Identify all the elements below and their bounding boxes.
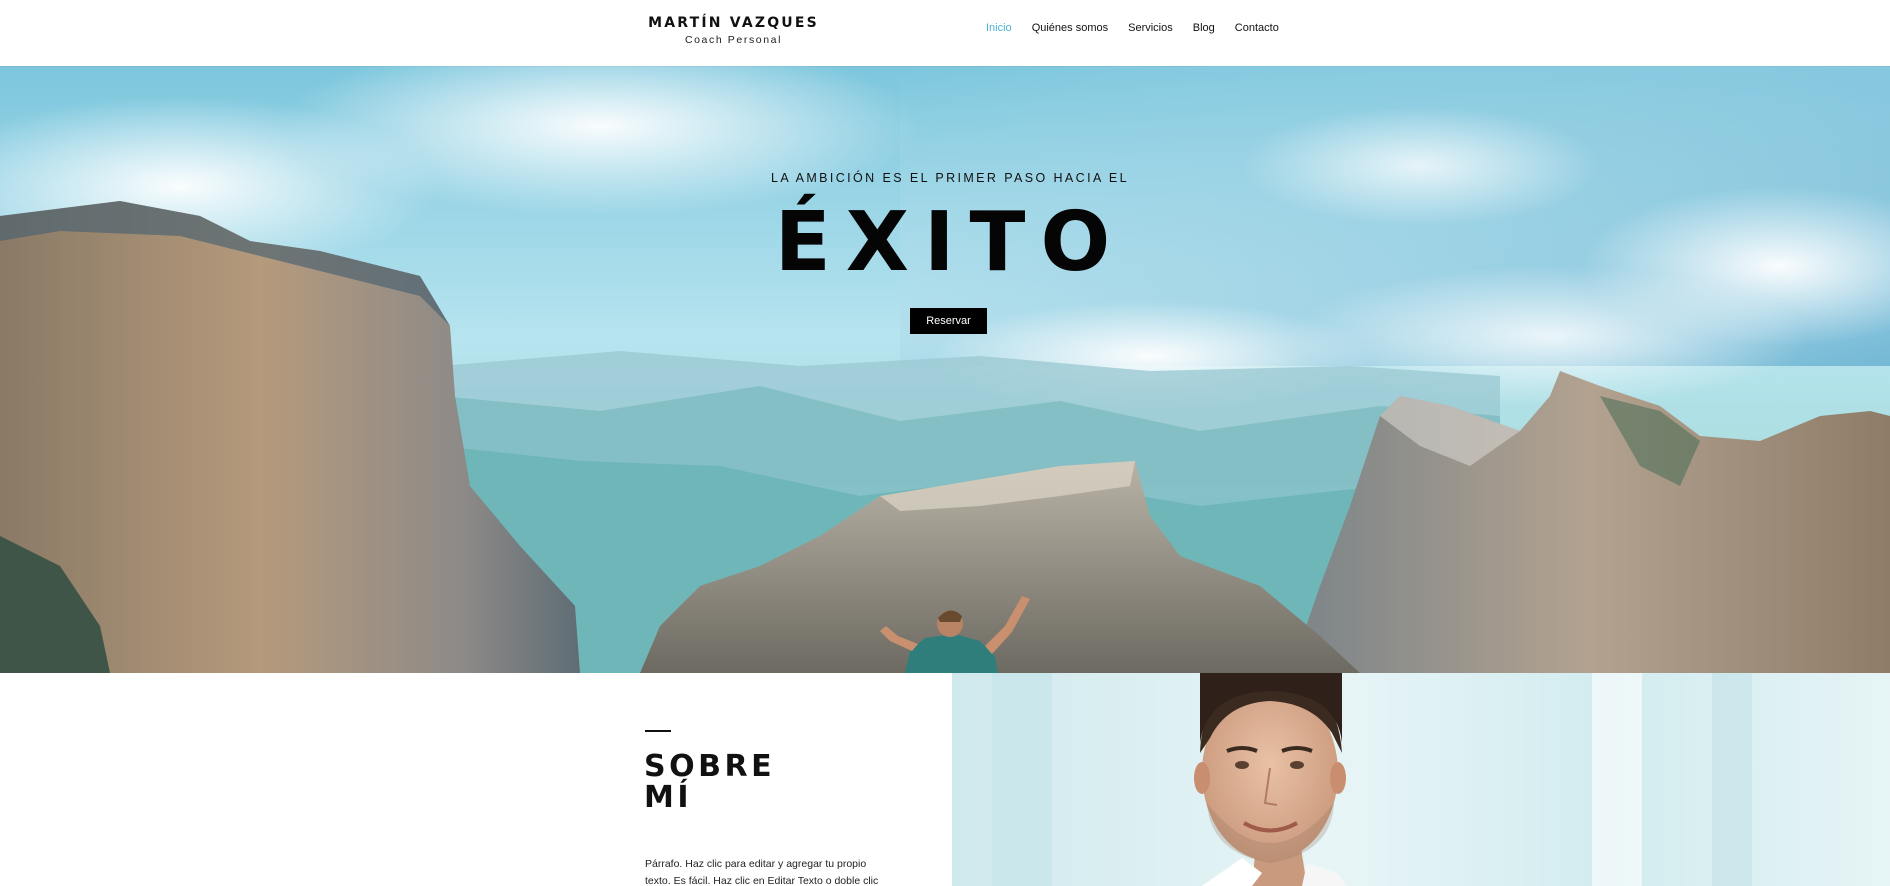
hero-section: LA AMBICIÓN ES EL PRIMER PASO HACIA EL É… bbox=[0, 66, 1890, 673]
reservar-button[interactable]: Reservar bbox=[910, 308, 987, 334]
nav-item-servicios[interactable]: Servicios bbox=[1128, 22, 1173, 34]
nav-item-blog[interactable]: Blog bbox=[1193, 22, 1215, 34]
hero-kicker: LA AMBICIÓN ES EL PRIMER PASO HACIA EL bbox=[771, 171, 1129, 185]
site-logo[interactable]: MARTÍN VAZQUES Coach Personal bbox=[640, 15, 827, 46]
nav-item-contacto[interactable]: Contacto bbox=[1235, 22, 1279, 34]
about-paragraph: Párrafo. Haz clic para editar y agregar … bbox=[645, 858, 879, 886]
hero-title: ÉXITO bbox=[774, 195, 1126, 290]
site-header: MARTÍN VAZQUES Coach Personal Inicio Qui… bbox=[0, 0, 1890, 66]
brand-subtitle: Coach Personal bbox=[684, 34, 783, 46]
about-title-line-2: MÍ bbox=[644, 780, 693, 815]
hero-background-image bbox=[0, 66, 1890, 673]
about-title: SOBRE MÍ bbox=[644, 751, 844, 813]
coach-portrait-image bbox=[952, 673, 1890, 886]
nav-item-inicio[interactable]: Inicio bbox=[986, 22, 1012, 34]
about-section: SOBRE MÍ Párrafo. Haz clic para editar y… bbox=[0, 673, 1890, 886]
nav-item-quienes-somos[interactable]: Quiénes somos bbox=[1032, 22, 1108, 34]
brand-name: MARTÍN VAZQUES bbox=[648, 15, 819, 31]
section-divider bbox=[645, 730, 671, 732]
about-title-line-1: SOBRE bbox=[644, 749, 776, 784]
main-nav: Inicio Quiénes somos Servicios Blog Cont… bbox=[986, 22, 1299, 34]
